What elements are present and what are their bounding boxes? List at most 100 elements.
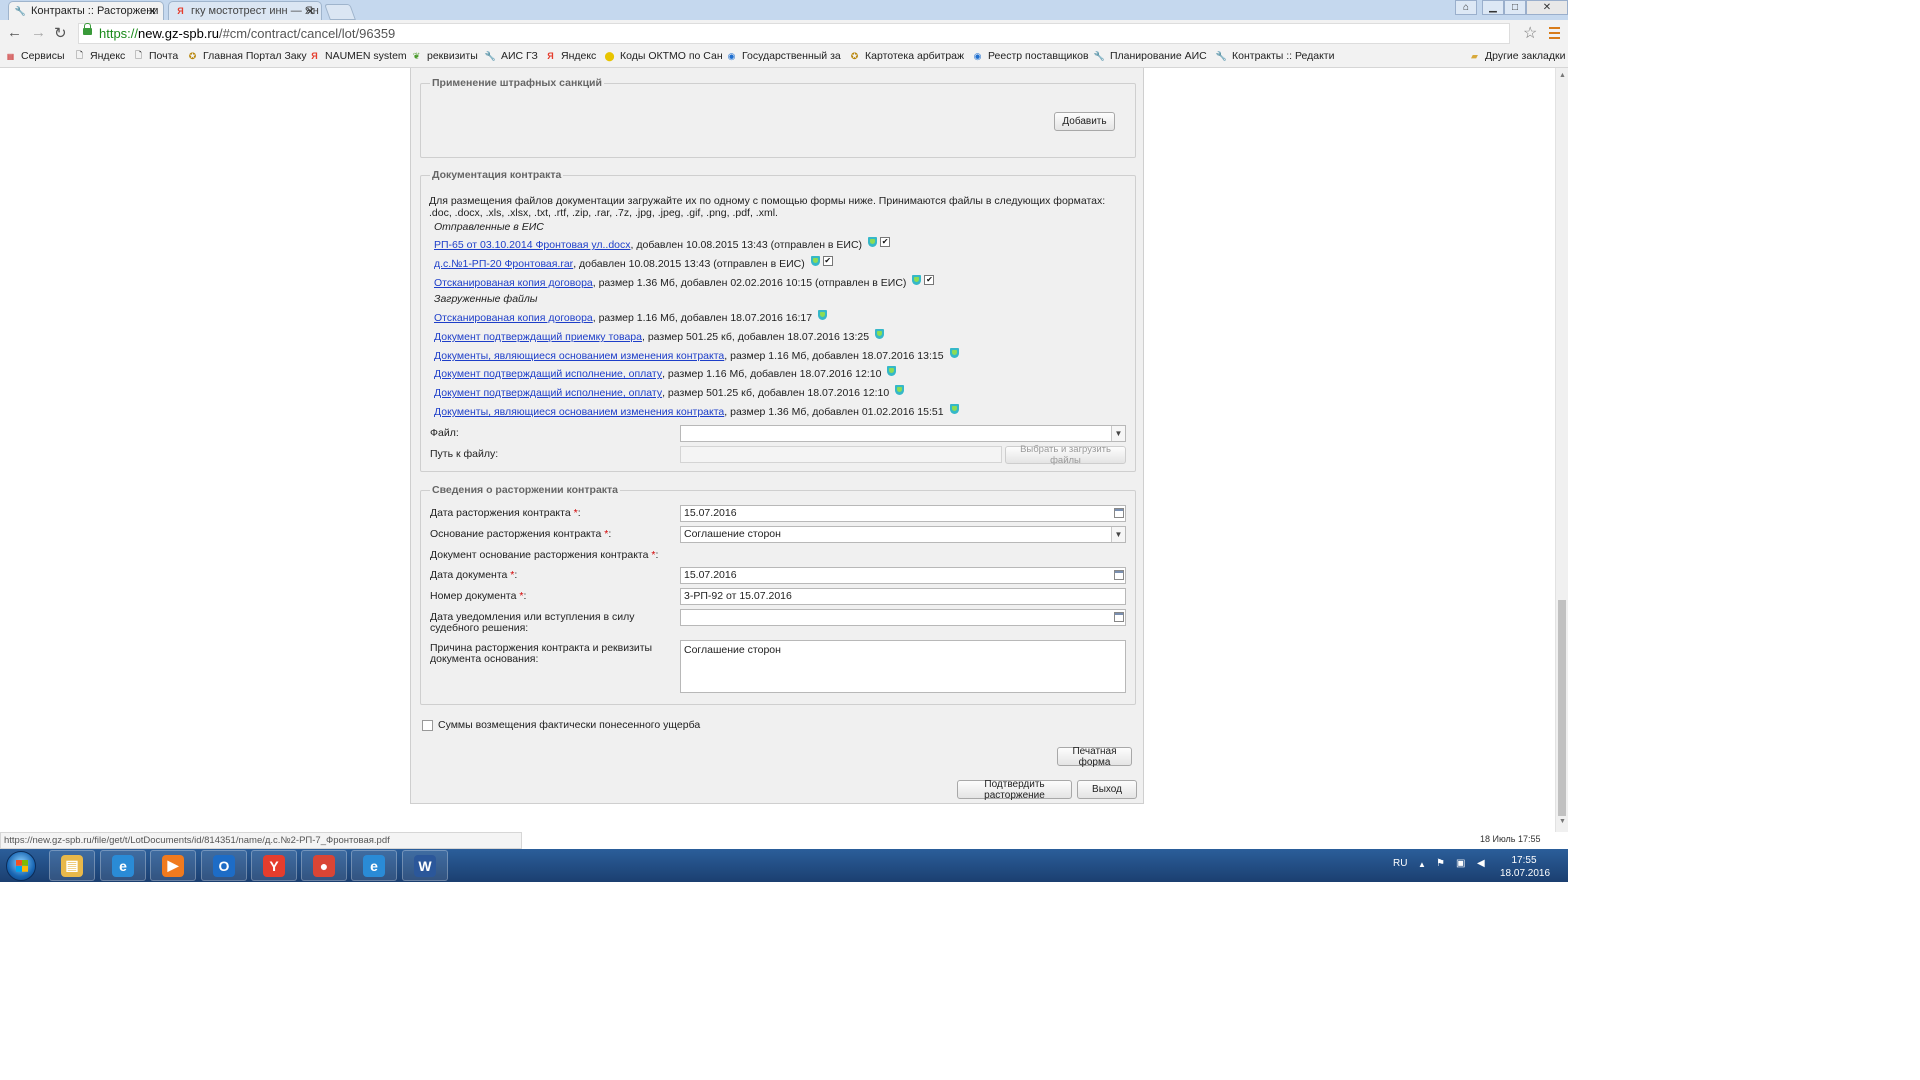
- checkbox-checked[interactable]: ✔: [924, 275, 935, 285]
- document-link[interactable]: Документы, являющиеся основанием изменен…: [434, 406, 724, 418]
- document-link[interactable]: Отсканированая копия договора: [434, 277, 593, 289]
- exit-button[interactable]: Выход: [1077, 780, 1137, 799]
- tab-yandex-search[interactable]: Я гку мостотрест инн — Ян ✕: [168, 1, 322, 20]
- volume-icon[interactable]: ◀: [1477, 858, 1485, 869]
- document-link[interactable]: Отсканированая копия договора: [434, 312, 593, 324]
- termination-reason-textarea[interactable]: Соглашение сторон: [680, 640, 1126, 693]
- list-item: РП-65 от 03.10.2014 Фронтовая ул..docx, …: [434, 237, 891, 251]
- tools-icon: 🔧: [1093, 50, 1106, 61]
- tab-contracts[interactable]: 🔧 Контракты :: Расторжени ✕: [8, 1, 164, 20]
- damages-checkbox[interactable]: [422, 719, 433, 731]
- bookmark-contracts-edit[interactable]: 🔧 Контракты :: Редакти: [1216, 50, 1335, 62]
- bookmark-yandex-2[interactable]: Я Яндекс: [545, 50, 596, 62]
- scroll-down-icon[interactable]: ▼: [1559, 818, 1566, 825]
- termination-date-label: Дата расторжения контракта *:: [430, 507, 581, 519]
- action-center-icon[interactable]: ⚑: [1436, 858, 1445, 869]
- chevron-down-icon[interactable]: ▼: [1111, 527, 1125, 542]
- bookmark-naumen[interactable]: Я NAUMEN system: [309, 50, 406, 62]
- tab-title: гку мостотрест инн — Ян: [191, 5, 319, 17]
- termination-date-field[interactable]: 15.07.2016: [680, 505, 1126, 522]
- document-number-field[interactable]: 3-РП-92 от 15.07.2016: [680, 588, 1126, 605]
- document-date-label: Дата документа *:: [430, 569, 518, 581]
- network-icon[interactable]: ▣: [1456, 858, 1465, 869]
- print-form-button[interactable]: Печатная форма: [1057, 746, 1132, 768]
- confirm-termination-button[interactable]: Подтвердить расторжение: [957, 779, 1072, 801]
- apps-icon: ▦: [6, 51, 15, 61]
- upload-files-button[interactable]: Выбрать и загрузить файлы: [1005, 444, 1126, 466]
- document-link[interactable]: Документ подтверждащий приемку товара: [434, 331, 642, 343]
- termination-basis-select[interactable]: Соглашение сторон ▼: [680, 526, 1126, 543]
- file-path-label: Путь к файлу:: [430, 448, 499, 460]
- bookmark-arbitration[interactable]: ✪ Картотека арбитраж: [849, 50, 964, 62]
- notification-date-field[interactable]: [680, 609, 1126, 626]
- scroll-up-icon[interactable]: ▲: [1559, 72, 1566, 79]
- bookmark-oktmo[interactable]: ⬤ Коды ОКТМО по Сан: [604, 50, 722, 62]
- taskbar-internet-explorer-button[interactable]: e: [100, 850, 146, 881]
- bookmark-other[interactable]: ▰ Другие закладки: [1469, 50, 1565, 62]
- taskbar-yandex-browser-button[interactable]: Y: [251, 850, 297, 881]
- scrollbar-thumb[interactable]: [1558, 600, 1566, 816]
- window-close-button[interactable]: ✕: [1526, 0, 1568, 15]
- taskbar-word-button[interactable]: W: [402, 850, 448, 881]
- bookmark-requisites[interactable]: ❦ реквизиты: [411, 50, 478, 62]
- checkbox-checked[interactable]: ✔: [822, 256, 833, 266]
- language-indicator[interactable]: RU: [1393, 858, 1407, 869]
- close-icon[interactable]: ✕: [306, 5, 315, 18]
- file-select[interactable]: ▼: [680, 425, 1126, 442]
- reload-icon[interactable]: ↻: [54, 24, 67, 42]
- bookmark-state-procurement[interactable]: ◉ Государственный за: [726, 50, 841, 62]
- file-path-input[interactable]: [680, 446, 1002, 463]
- tools-icon: 🔧: [14, 5, 27, 16]
- bookmark-mail[interactable]: 🗋 Почта: [133, 50, 178, 62]
- minimize-button[interactable]: ▁: [1482, 0, 1504, 15]
- bookmark-yandex[interactable]: 🗋 Яндекс: [74, 50, 125, 62]
- maximize-button[interactable]: □: [1504, 0, 1526, 15]
- globe-icon: ◉: [727, 50, 736, 61]
- back-icon[interactable]: ←: [7, 24, 22, 41]
- list-item: Документы, являющиеся основанием изменен…: [434, 404, 959, 418]
- start-button[interactable]: [6, 851, 36, 881]
- document-link[interactable]: Документ подтверждащий исполнение, оплат…: [434, 368, 662, 380]
- page-icon: 🗋: [134, 50, 143, 60]
- taskbar-explorer-button[interactable]: ▤: [49, 850, 95, 881]
- bookmark-ais-gz[interactable]: 🔧 АИС ГЗ: [485, 50, 538, 62]
- list-item: Документ подтверждащий исполнение, оплат…: [434, 385, 905, 399]
- taskbar-media-player-button[interactable]: ▶: [150, 850, 196, 881]
- damages-checkbox-label: Суммы возмещения фактически понесенного …: [438, 719, 701, 731]
- calendar-icon[interactable]: [1114, 612, 1124, 622]
- document-link[interactable]: Документ подтверждащий исполнение, оплат…: [434, 387, 662, 399]
- new-tab-button[interactable]: [324, 4, 356, 20]
- notification-date-label: Дата уведомления или вступления в силу с…: [430, 611, 635, 634]
- play-icon: ▶: [162, 854, 184, 877]
- bookmark-suppliers-registry[interactable]: ◉ Реестр поставщиков: [972, 50, 1089, 62]
- menu-icon[interactable]: [1549, 27, 1560, 42]
- document-link[interactable]: РП-65 от 03.10.2014 Фронтовая ул..docx: [434, 239, 631, 251]
- termination-basis-label: Основание расторжения контракта *:: [430, 528, 612, 540]
- address-bar[interactable]: https://new.gz-spb.ru/#cm/contract/cance…: [78, 23, 1510, 44]
- sent-files-header: Отправленные в ЕИС: [434, 221, 544, 233]
- close-icon[interactable]: ✕: [148, 5, 157, 18]
- add-penalty-button[interactable]: Добавить: [1054, 112, 1115, 131]
- collapse-button[interactable]: ⌂: [1455, 0, 1477, 15]
- bookmark-portal[interactable]: ✪ Главная Портал Заку: [187, 50, 307, 62]
- taskbar-outlook-button[interactable]: O: [201, 850, 247, 881]
- taskbar-clock[interactable]: 17:55 18.07.2016: [1500, 854, 1550, 880]
- calendar-icon[interactable]: [1114, 570, 1124, 580]
- page-scrollbar[interactable]: ▲ ▼: [1555, 68, 1568, 832]
- bookmark-planning[interactable]: 🔧 Планирование АИС: [1094, 50, 1207, 62]
- chevron-down-icon[interactable]: ▼: [1111, 426, 1125, 441]
- shield-icon: [810, 256, 820, 266]
- document-date-field[interactable]: 15.07.2016: [680, 567, 1126, 584]
- document-link[interactable]: Документы, являющиеся основанием изменен…: [434, 350, 724, 362]
- taskbar-internet-explorer-2-button[interactable]: e: [351, 850, 397, 881]
- forward-icon[interactable]: →: [31, 24, 46, 41]
- bookmark-star-icon[interactable]: ☆: [1523, 23, 1537, 43]
- tray-expand-icon[interactable]: ▲: [1418, 860, 1426, 869]
- document-link[interactable]: д.с.№1-РП-20 Фронтовая.rar: [434, 258, 573, 270]
- termination-legend: Сведения о расторжении контракта: [430, 484, 621, 496]
- calendar-icon[interactable]: [1114, 508, 1124, 518]
- leaf-icon: ❦: [412, 50, 421, 61]
- checkbox-checked[interactable]: ✔: [880, 237, 891, 247]
- bookmark-services[interactable]: ▦ Сервисы: [5, 50, 65, 62]
- taskbar-chrome-button[interactable]: ●: [301, 850, 347, 881]
